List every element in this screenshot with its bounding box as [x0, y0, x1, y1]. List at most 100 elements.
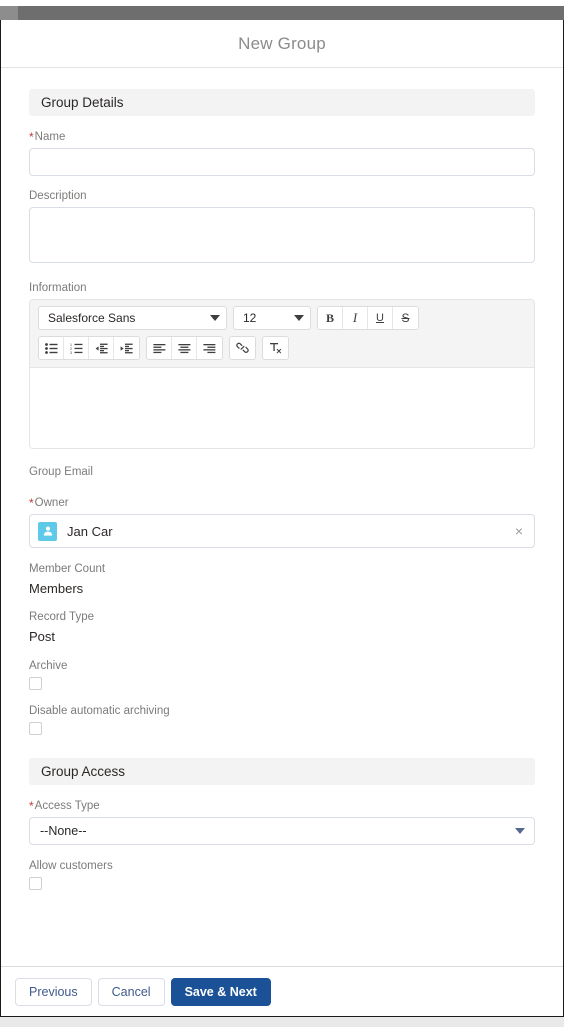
font-family-value: Salesforce Sans: [48, 311, 136, 325]
field-label-information: Information: [29, 281, 535, 296]
label-text: Name: [34, 131, 66, 143]
font-size-select[interactable]: 12: [233, 306, 311, 330]
field-access-type: *Access Type --None--: [29, 798, 535, 845]
required-indicator: *: [29, 799, 34, 813]
align-center-button[interactable]: [172, 337, 197, 359]
label-text: Member Count: [29, 563, 106, 575]
bottom-chrome-strip: [0, 1017, 564, 1027]
member-count-value: Members: [29, 581, 84, 596]
label-text: Disable automatic archiving: [29, 705, 170, 717]
field-owner: *Owner Jan Car ×: [29, 495, 535, 548]
cancel-button[interactable]: Cancel: [97, 977, 165, 1006]
archive-checkbox[interactable]: [29, 677, 42, 690]
label-text: Description: [29, 190, 87, 202]
bold-button[interactable]: B: [318, 307, 343, 329]
previous-button[interactable]: Previous: [15, 977, 92, 1006]
field-archive: Archive: [29, 659, 535, 690]
text-style-button-group: B I U S: [317, 306, 419, 330]
remove-formatting-button[interactable]: [263, 337, 288, 359]
field-group-email: Group Email: [29, 465, 535, 480]
group-access-fields: *Access Type --None-- Allow customers: [1, 798, 563, 890]
field-label-group-email: Group Email: [29, 465, 535, 480]
chevron-down-icon: [515, 828, 525, 834]
indent-icon: [120, 343, 133, 353]
section-header-group-details: Group Details: [29, 89, 535, 116]
underline-button[interactable]: U: [368, 307, 393, 329]
field-allow-customers: Allow customers: [29, 859, 535, 890]
bulleted-list-icon: [44, 342, 57, 354]
save-and-next-button[interactable]: Save & Next: [170, 977, 271, 1006]
link-button[interactable]: [230, 337, 255, 359]
modal-header: New Group: [1, 20, 563, 68]
numbered-list-button[interactable]: 1 2 3: [64, 337, 89, 359]
label-text: Allow customers: [29, 860, 113, 872]
user-avatar-icon: [38, 521, 57, 541]
rich-text-content-area[interactable]: [30, 368, 534, 448]
top-chrome-strip-nub: [0, 6, 18, 20]
link-button-group: [229, 336, 256, 360]
remove-formatting-icon: [270, 343, 282, 354]
align-center-icon: [177, 343, 190, 353]
chevron-down-icon: [294, 315, 304, 321]
field-disable-automatic-archiving: Disable automatic archiving: [29, 704, 535, 735]
section-title: Group Details: [41, 95, 124, 110]
section-header-group-access: Group Access: [29, 758, 535, 785]
font-family-select[interactable]: Salesforce Sans: [38, 306, 227, 330]
italic-button[interactable]: I: [343, 307, 368, 329]
outdent-button[interactable]: [89, 337, 114, 359]
svg-text:3: 3: [70, 351, 72, 354]
label-text: Archive: [29, 660, 68, 672]
allow-customers-checkbox[interactable]: [29, 877, 42, 890]
required-indicator: *: [29, 130, 34, 144]
record-type-value: Post: [29, 629, 56, 644]
modal-footer: Previous Cancel Save & Next: [1, 966, 563, 1016]
required-indicator: *: [29, 496, 34, 510]
field-name: *Name: [29, 129, 535, 176]
label-text: Owner: [34, 497, 69, 509]
screen: New Group Group Details *Name Descriptio…: [0, 0, 564, 1027]
field-label-member-count: Member Count: [29, 562, 535, 577]
field-member-count: Member Count Members: [29, 562, 535, 597]
field-record-type: Record Type Post: [29, 610, 535, 645]
description-textarea[interactable]: [29, 207, 535, 263]
rich-text-toolbar: Salesforce Sans 12 B I U S 1 2 3: [30, 300, 534, 368]
access-type-value: --None--: [40, 824, 87, 838]
section-title: Group Access: [41, 764, 126, 779]
align-right-icon: [203, 343, 216, 353]
group-details-fields: *Name Description Information Salesforce…: [1, 129, 563, 735]
field-label-disable-automatic-archiving: Disable automatic archiving: [29, 704, 535, 719]
font-size-value: 12: [243, 311, 257, 325]
field-information: Information Salesforce Sans 12 B I U S 1…: [29, 281, 535, 449]
align-left-icon: [152, 343, 165, 353]
field-label-allow-customers: Allow customers: [29, 859, 535, 874]
modal-body: Group Details *Name Description Informat…: [1, 68, 563, 966]
align-left-button[interactable]: [147, 337, 172, 359]
field-label-access-type: *Access Type: [29, 798, 535, 814]
access-type-select[interactable]: --None--: [29, 817, 535, 845]
label-text: Group Email: [29, 466, 93, 478]
remove-formatting-button-group: [262, 336, 289, 360]
name-input[interactable]: [29, 148, 535, 176]
rich-text-editor: Salesforce Sans 12 B I U S 1 2 3: [29, 299, 535, 449]
new-group-modal: New Group Group Details *Name Descriptio…: [0, 20, 564, 1017]
bulleted-list-button[interactable]: [39, 337, 64, 359]
field-label-record-type: Record Type: [29, 610, 535, 625]
strikethrough-button[interactable]: S: [393, 307, 418, 329]
disable-automatic-archiving-checkbox[interactable]: [29, 722, 42, 735]
clear-owner-icon[interactable]: ×: [512, 522, 526, 540]
chevron-down-icon: [210, 315, 220, 321]
field-label-owner: *Owner: [29, 495, 535, 511]
page-title: New Group: [238, 33, 326, 53]
label-text: Information: [29, 282, 87, 294]
align-right-button[interactable]: [197, 337, 222, 359]
owner-value: Jan Car: [67, 523, 113, 539]
indent-button[interactable]: [114, 337, 139, 359]
label-text: Access Type: [34, 800, 100, 812]
numbered-list-icon: 1 2 3: [70, 343, 82, 354]
field-label-archive: Archive: [29, 659, 535, 674]
list-indent-button-group: 1 2 3: [38, 336, 140, 360]
link-icon: [236, 342, 249, 353]
field-description: Description: [29, 189, 535, 268]
owner-lookup[interactable]: Jan Car ×: [29, 514, 535, 548]
alignment-button-group: [146, 336, 223, 360]
